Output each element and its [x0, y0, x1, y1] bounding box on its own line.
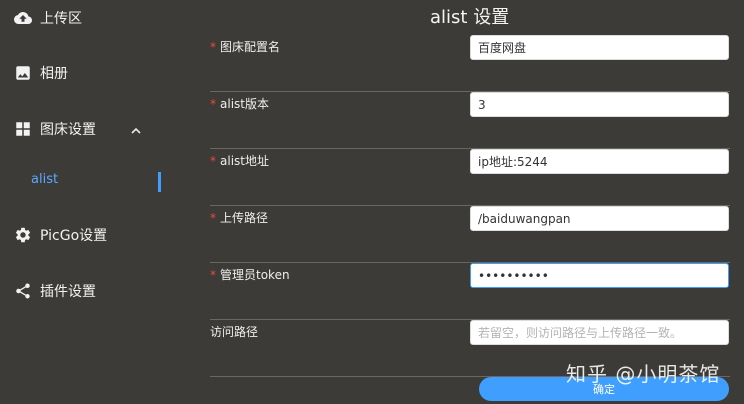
sidebar-item-label: 相册 [40, 66, 68, 82]
field-label: * 上传路径 [210, 211, 269, 225]
upload-path-input[interactable] [470, 206, 729, 231]
sidebar-item-label: 图床设置 [40, 122, 96, 138]
required-mark: * [210, 97, 216, 111]
alist-address-input[interactable] [470, 149, 729, 174]
admin-token-input[interactable] [470, 263, 729, 288]
field-label: * alist地址 [210, 154, 269, 168]
form-row-alist-version: * alist版本 [210, 91, 730, 149]
image-icon [16, 66, 30, 80]
field-label: * alist版本 [210, 97, 269, 111]
share-icon [16, 283, 30, 299]
config-name-input[interactable] [470, 35, 729, 60]
sidebar-item-upload[interactable]: 上传区 [14, 6, 82, 30]
sidebar: 上传区 相册 图床设置 alist PicGo设置 插件设置 [0, 0, 175, 404]
field-label: * 管理员token [210, 268, 290, 282]
form-row-alist-address: * alist地址 [210, 148, 730, 206]
sidebar-item-picgo-settings[interactable]: PicGo设置 [14, 223, 107, 247]
form-row-config-name: * 图床配置名 [210, 34, 730, 92]
required-mark: * [210, 40, 216, 54]
required-mark: * [210, 211, 216, 225]
field-label: 访问路径 [210, 325, 259, 339]
gear-icon [15, 227, 31, 243]
sidebar-item-label: 上传区 [40, 11, 82, 27]
sidebar-item-label: PicGo设置 [40, 228, 108, 244]
required-mark: * [210, 154, 216, 168]
sidebar-item-label: 插件设置 [40, 284, 96, 300]
chevron-up-icon[interactable] [130, 122, 142, 134]
form-row-admin-token: * 管理员token [210, 262, 730, 320]
required-mark: * [210, 268, 216, 282]
sidebar-item-plugin-settings[interactable]: 插件设置 [14, 279, 96, 303]
sidebar-item-album[interactable]: 相册 [14, 61, 68, 85]
access-path-input[interactable] [470, 320, 729, 345]
active-indicator [158, 172, 161, 192]
field-label: * 图床配置名 [210, 40, 281, 54]
cloud-upload-icon [14, 11, 32, 24]
sidebar-subitem-alist[interactable]: alist [31, 172, 58, 187]
grid-icon [16, 122, 30, 136]
page-title: alist 设置 [430, 7, 510, 28]
form-row-upload-path: * 上传路径 [210, 205, 730, 263]
watermark: 知乎 @小明茶馆 [566, 362, 721, 386]
alist-version-input[interactable] [470, 92, 729, 117]
sidebar-item-image-host-settings[interactable]: 图床设置 [14, 117, 96, 141]
